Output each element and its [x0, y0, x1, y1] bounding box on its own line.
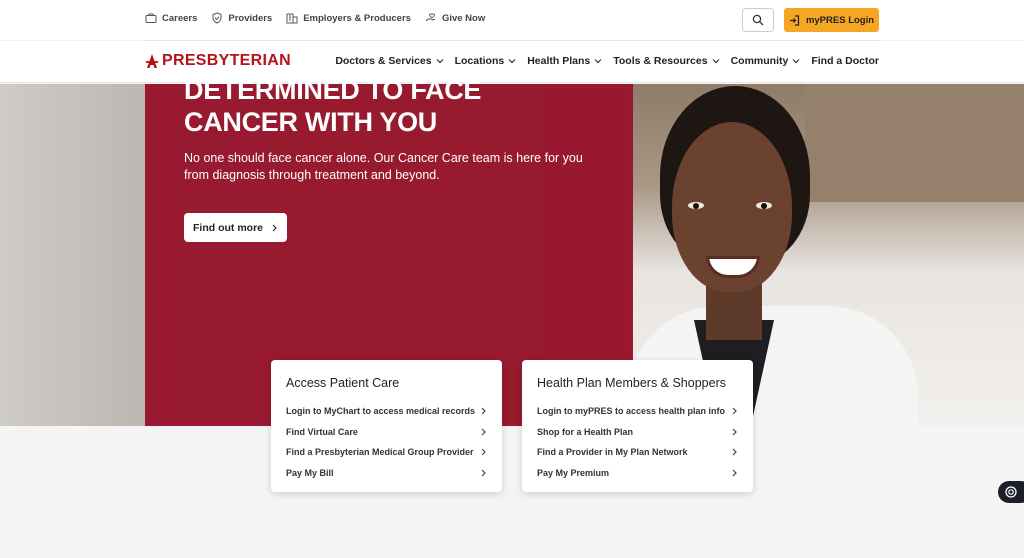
chevron-down-icon [712, 59, 720, 64]
nav-locations[interactable]: Locations [455, 55, 517, 67]
nav-label: Health Plans [527, 55, 591, 67]
accessibility-button[interactable] [998, 481, 1024, 503]
careers-label: Careers [162, 12, 198, 24]
mychart-login-link[interactable]: Login to MyChart to access medical recor… [286, 401, 487, 422]
nav-health-plans[interactable]: Health Plans [527, 55, 602, 67]
nav-find-a-doctor[interactable]: Find a Doctor [811, 55, 879, 67]
accessibility-icon [1005, 486, 1017, 498]
card-title: Access Patient Care [286, 376, 400, 390]
chevron-right-icon [481, 407, 486, 415]
providers-link[interactable]: Providers [211, 12, 272, 24]
nav-tools-resources[interactable]: Tools & Resources [613, 55, 720, 67]
nav-community[interactable]: Community [731, 55, 801, 67]
login-icon [789, 14, 800, 26]
find-out-more-button[interactable]: Find out more [184, 213, 287, 242]
link-label: Pay My Bill [286, 467, 334, 478]
link-label: Find Virtual Care [286, 426, 358, 437]
nav-label: Find a Doctor [811, 55, 879, 67]
briefcase-icon [145, 13, 157, 23]
utility-bar: Careers Providers Employers & Producers … [0, 0, 1024, 40]
chevron-right-icon [732, 448, 737, 456]
utility-links: Careers Providers Employers & Producers … [145, 12, 485, 24]
link-label: Find a Presbyterian Medical Group Provid… [286, 447, 474, 458]
providers-label: Providers [228, 12, 273, 24]
shop-health-plan-link[interactable]: Shop for a Health Plan [537, 422, 738, 443]
link-label: Login to MyChart to access medical recor… [286, 406, 476, 417]
hand-heart-icon [425, 13, 436, 22]
find-out-more-label: Find out more [193, 221, 263, 234]
chevron-down-icon [436, 59, 444, 64]
access-patient-care-card: Access Patient Care Login to MyChart to … [271, 360, 502, 492]
chevron-down-icon [792, 59, 800, 64]
background-cabinet [805, 84, 1024, 202]
link-label: Pay My Premium [537, 467, 610, 478]
logo-text: PRESBYTERIAN [162, 52, 291, 69]
nav-doctors-services[interactable]: Doctors & Services [335, 55, 444, 67]
chevron-down-icon [508, 59, 516, 64]
chevron-right-icon [732, 469, 737, 477]
careers-link[interactable]: Careers [145, 12, 197, 24]
link-label: Login to myPRES to access health plan in… [537, 406, 726, 417]
search-icon [752, 14, 764, 26]
give-now-label: Give Now [441, 12, 486, 24]
chevron-right-icon [481, 469, 486, 477]
link-label: Find a Provider in My Plan Network [537, 447, 688, 458]
hero-title: DETERMINED TO FACE CANCER WITH YOU [184, 75, 482, 137]
chevron-right-icon [732, 428, 737, 436]
nav-label: Community [730, 55, 789, 67]
mypres-login-link[interactable]: Login to myPRES to access health plan in… [537, 401, 738, 422]
card-title: Health Plan Members & Shoppers [537, 376, 726, 390]
nav-label: Doctors & Services [335, 55, 432, 67]
link-label: Shop for a Health Plan [537, 426, 634, 437]
chevron-right-icon [481, 428, 486, 436]
pay-my-premium-link[interactable]: Pay My Premium [537, 463, 738, 484]
chevron-right-icon [732, 407, 737, 415]
presbyterian-logo[interactable]: PRESBYTERIAN [145, 52, 291, 70]
left-eye [688, 202, 704, 209]
chevron-right-icon [272, 224, 277, 231]
employers-producers-label: Employers & Producers [303, 12, 411, 24]
find-network-provider-link[interactable]: Find a Provider in My Plan Network [537, 442, 738, 463]
search-button[interactable] [742, 8, 774, 32]
find-pmg-provider-link[interactable]: Find a Presbyterian Medical Group Provid… [286, 442, 487, 463]
nav-items: Doctors & Services Locations Health Plan… [335, 55, 879, 67]
building-icon [286, 13, 298, 24]
nav-label: Locations [454, 55, 505, 67]
give-now-link[interactable]: Give Now [425, 12, 485, 24]
right-eye [756, 202, 772, 209]
find-virtual-care-link[interactable]: Find Virtual Care [286, 422, 487, 443]
pay-my-bill-link[interactable]: Pay My Bill [286, 463, 487, 484]
chevron-right-icon [481, 448, 486, 456]
nav-label: Tools & Resources [613, 55, 708, 67]
chevron-down-icon [594, 59, 602, 64]
mypres-login-button[interactable]: myPRES Login [784, 8, 879, 32]
login-label: myPRES Login [805, 14, 875, 26]
logo-mark-icon [146, 54, 158, 68]
health-plan-members-card: Health Plan Members & Shoppers Login to … [522, 360, 753, 492]
hero-description: No one should face cancer alone. Our Can… [184, 151, 583, 182]
shield-check-icon [212, 12, 222, 24]
employers-producers-link[interactable]: Employers & Producers [286, 12, 411, 24]
